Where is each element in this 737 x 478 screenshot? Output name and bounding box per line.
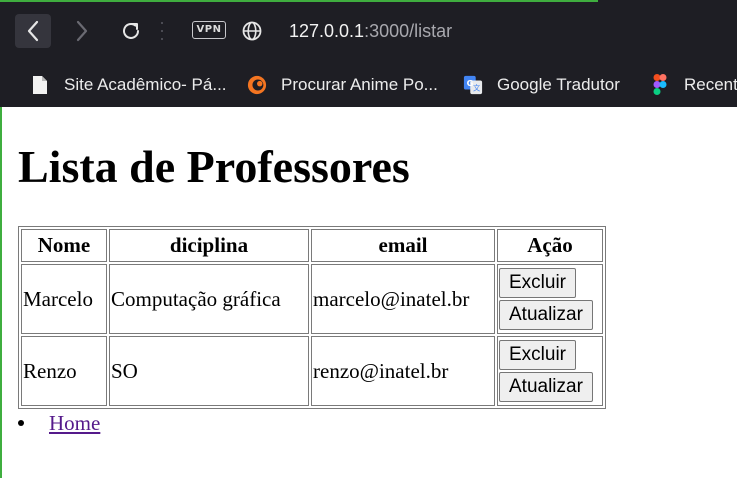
bookmark-procurar-anime[interactable]: Procurar Anime Po... [247,62,438,107]
forward-button[interactable] [64,14,100,48]
figma-icon [650,74,670,95]
cell-nome: Marcelo [21,264,107,334]
list-item: Home [18,409,100,437]
vpn-badge[interactable]: VPN [192,21,226,39]
column-header-acao: Ação [497,229,603,262]
globe-icon [242,21,262,41]
crunchyroll-icon [247,75,267,95]
table-row: Renzo SO renzo@inatel.br Excluir Atualiz… [21,336,603,406]
bookmark-google-tradutor[interactable]: G文 Google Tradutor [463,62,620,107]
page-title: Lista de Professores [18,141,410,192]
reload-icon [123,22,139,39]
cell-email: renzo@inatel.br [311,336,495,406]
more-icon[interactable] [160,22,164,40]
update-button[interactable]: Atualizar [499,372,593,402]
address-bar[interactable]: 127.0.0.1:3000/listar [289,19,452,43]
professors-table: Nome diciplina email Ação Marcelo Comput… [18,226,606,409]
column-header-email: email [311,229,495,262]
url-host: 127.0.0.1 [289,21,365,41]
bookmarks-bar: Site Acadêmico- Pá... Procurar Anime Po.… [0,62,737,107]
update-button[interactable]: Atualizar [499,300,593,330]
delete-button[interactable]: Excluir [499,340,577,370]
home-link[interactable]: Home [49,411,100,435]
svg-text:文: 文 [473,83,481,92]
table-row: Marcelo Computação gráfica marcelo@inate… [21,264,603,334]
cell-email: marcelo@inatel.br [311,264,495,334]
cell-acao: Excluir Atualizar [497,264,603,334]
url-path: :3000/listar [364,21,453,41]
document-icon [30,75,50,95]
bookmark-label: Site Acadêmico- Pá... [64,74,227,94]
cell-disciplina: Computação gráfica [109,264,309,334]
table-header-row: Nome diciplina email Ação [21,229,603,262]
browser-toolbar: VPN 127.0.0.1:3000/listar [0,0,737,62]
bookmark-figma-recent[interactable]: Recent [650,62,737,107]
delete-button[interactable]: Excluir [499,268,577,298]
cell-disciplina: SO [109,336,309,406]
back-button[interactable] [15,14,51,48]
nav-list: Home [0,409,100,437]
site-info-button[interactable] [241,20,263,46]
column-header-nome: Nome [21,229,107,262]
cell-acao: Excluir Atualizar [497,336,603,406]
chevron-right-icon [76,20,88,42]
cell-nome: Renzo [21,336,107,406]
reload-button[interactable] [113,14,149,48]
chevron-left-icon [27,20,39,42]
column-header-diciplina: diciplina [109,229,309,262]
bookmark-label: Recent [684,74,737,94]
bookmark-label: Procurar Anime Po... [281,74,438,94]
bookmark-site-academico[interactable]: Site Acadêmico- Pá... [30,62,227,107]
bookmark-label: Google Tradutor [497,74,620,94]
window-edge [0,0,598,2]
google-translate-icon: G文 [463,75,483,95]
